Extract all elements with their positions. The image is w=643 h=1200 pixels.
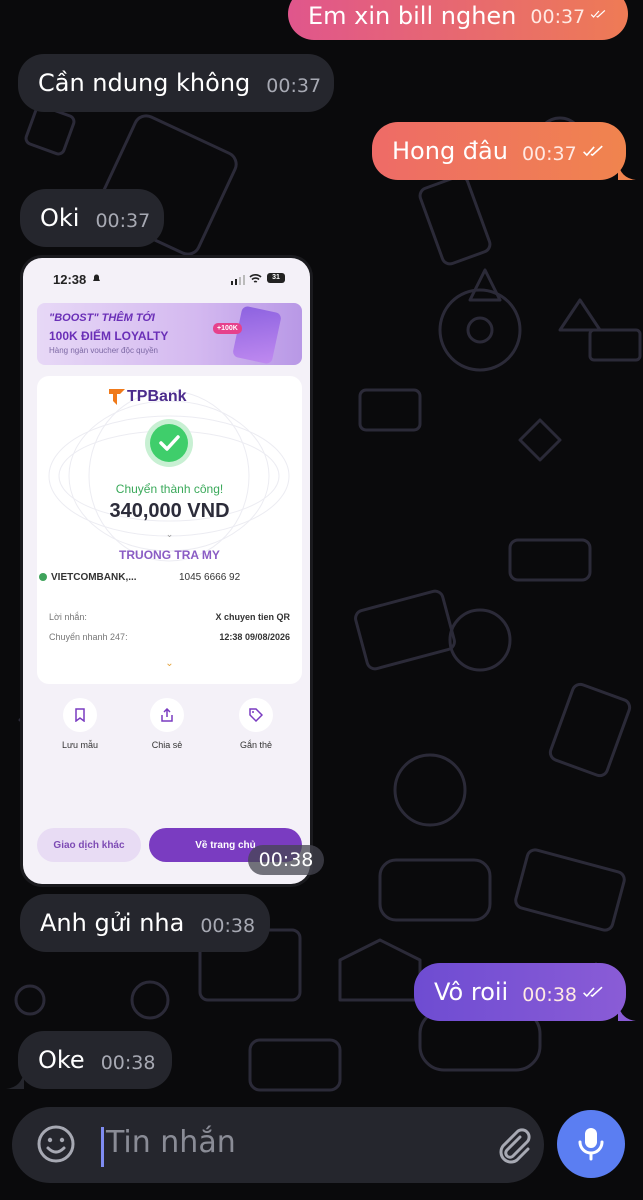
message-time: 00:37 bbox=[266, 75, 322, 97]
message-time: 00:37 bbox=[95, 210, 151, 232]
action-tag: Gắn thẻ bbox=[221, 698, 291, 750]
message-time: 00:37 bbox=[530, 6, 586, 28]
transfer-amount: 340,000 VND bbox=[109, 500, 230, 522]
bank-logo: TPBank bbox=[127, 388, 187, 405]
transfer-status: Chuyển thành công! bbox=[115, 482, 224, 496]
tpbank-logo-icon bbox=[109, 389, 125, 405]
banner-line-3: Hàng ngàn voucher độc quyền bbox=[49, 346, 158, 355]
message-bubble-incoming[interactable]: Oki 00:37 bbox=[20, 189, 164, 247]
recipient-bank-label: VIETCOMBANK,... bbox=[51, 572, 137, 583]
message-text: Vô roii bbox=[434, 978, 509, 1006]
message-text: Oke bbox=[38, 1046, 85, 1074]
message-bubble-outgoing[interactable]: Hong đâu 00:37 bbox=[372, 122, 626, 180]
action-save-template: Lưu mẫu bbox=[45, 698, 115, 750]
bank-shield-icon bbox=[39, 573, 47, 581]
message-time: 00:38 bbox=[522, 984, 577, 1006]
message-time: 00:37 bbox=[521, 143, 577, 165]
detail-value: 12:38 09/08/2026 bbox=[219, 632, 290, 642]
message-bubble-incoming[interactable]: Cần ndung không 00:37 bbox=[18, 54, 334, 112]
message-bubble-outgoing[interactable]: Em xin bill nghen 00:37 bbox=[288, 0, 628, 40]
phone-status-bar: 12:38 31 bbox=[23, 258, 310, 300]
transfer-receipt-image: 12:38 31 "BOOST" THÊM TỚI 100K ĐIỂM LOYA… bbox=[23, 258, 310, 884]
success-check-icon bbox=[150, 424, 188, 462]
banner-phone-graphic bbox=[232, 305, 282, 365]
message-time: 00:38 bbox=[200, 915, 256, 937]
detail-label: Chuyển nhanh 247: bbox=[49, 632, 128, 642]
text-cursor bbox=[101, 1127, 104, 1167]
message-text: Anh gửi nha bbox=[40, 909, 185, 937]
action-label: Gắn thẻ bbox=[239, 740, 273, 750]
bubble-tail bbox=[6, 1071, 24, 1089]
attach-icon[interactable] bbox=[492, 1125, 532, 1165]
chevron-down-icon: ⌄ bbox=[165, 529, 174, 539]
bubble-tail bbox=[618, 1003, 636, 1021]
message-bubble-outgoing[interactable]: Vô roii 00:38 bbox=[414, 963, 626, 1021]
message-bubble-incoming[interactable]: Oke 00:38 bbox=[18, 1031, 172, 1089]
message-bubble-incoming[interactable]: Anh gửi nha 00:38 bbox=[20, 894, 270, 952]
bookmark-icon bbox=[63, 698, 97, 732]
wifi-icon bbox=[249, 274, 262, 283]
message-input[interactable]: Tin nhắn bbox=[106, 1125, 236, 1160]
message-time: 00:38 bbox=[100, 1052, 156, 1074]
card-guilloche bbox=[48, 390, 290, 562]
recipient-name: TRUONG TRA MY bbox=[119, 548, 220, 562]
action-label: Lưu mẫu bbox=[61, 740, 99, 750]
signal-icon bbox=[231, 275, 245, 285]
detail-label: Lời nhắn: bbox=[49, 612, 87, 622]
read-receipt-icon bbox=[582, 145, 603, 157]
recipient-account: 1045 6666 92 bbox=[179, 572, 241, 583]
battery-icon: 31 bbox=[267, 273, 285, 283]
message-composer: Tin nhắn bbox=[12, 1107, 544, 1183]
emoji-icon[interactable] bbox=[36, 1124, 76, 1164]
microphone-icon bbox=[578, 1128, 604, 1161]
promo-banner: "BOOST" THÊM TỚI 100K ĐIỂM LOYALTY Hàng … bbox=[37, 303, 302, 365]
action-label: Chia sẻ bbox=[151, 740, 183, 750]
transfer-card: TPBank Chuyển thành công! 340,000 VND ⌄ … bbox=[37, 376, 302, 684]
recipient-bank: VIETCOMBANK,... bbox=[39, 572, 137, 583]
share-icon bbox=[150, 698, 184, 732]
photo-time: 00:38 bbox=[248, 845, 324, 875]
read-receipt-icon bbox=[583, 986, 603, 998]
message-text: Oki bbox=[40, 204, 80, 232]
bell-icon bbox=[93, 274, 100, 281]
banner-line-2: 100K ĐIỂM LOYALTY bbox=[49, 329, 169, 343]
expand-chevron-icon: ⌄ bbox=[165, 658, 174, 669]
banner-line-1: "BOOST" THÊM TỚI bbox=[49, 312, 155, 324]
detail-value: X chuyen tien QR bbox=[215, 612, 290, 622]
photo-message[interactable]: 12:38 31 "BOOST" THÊM TỚI 100K ĐIỂM LOYA… bbox=[20, 255, 324, 887]
other-transaction-button: Giao dịch khác bbox=[37, 828, 141, 862]
status-clock: 12:38 bbox=[53, 272, 87, 287]
message-text: Hong đâu bbox=[392, 137, 508, 165]
action-share: Chia sẻ bbox=[132, 698, 202, 750]
bubble-tail bbox=[618, 162, 636, 180]
message-text: Em xin bill nghen bbox=[308, 2, 517, 30]
banner-badge: +100K bbox=[213, 323, 242, 334]
read-receipt-icon bbox=[590, 9, 606, 18]
tag-icon bbox=[239, 698, 273, 732]
voice-record-button[interactable] bbox=[557, 1110, 625, 1178]
message-text: Cần ndung không bbox=[38, 69, 251, 97]
